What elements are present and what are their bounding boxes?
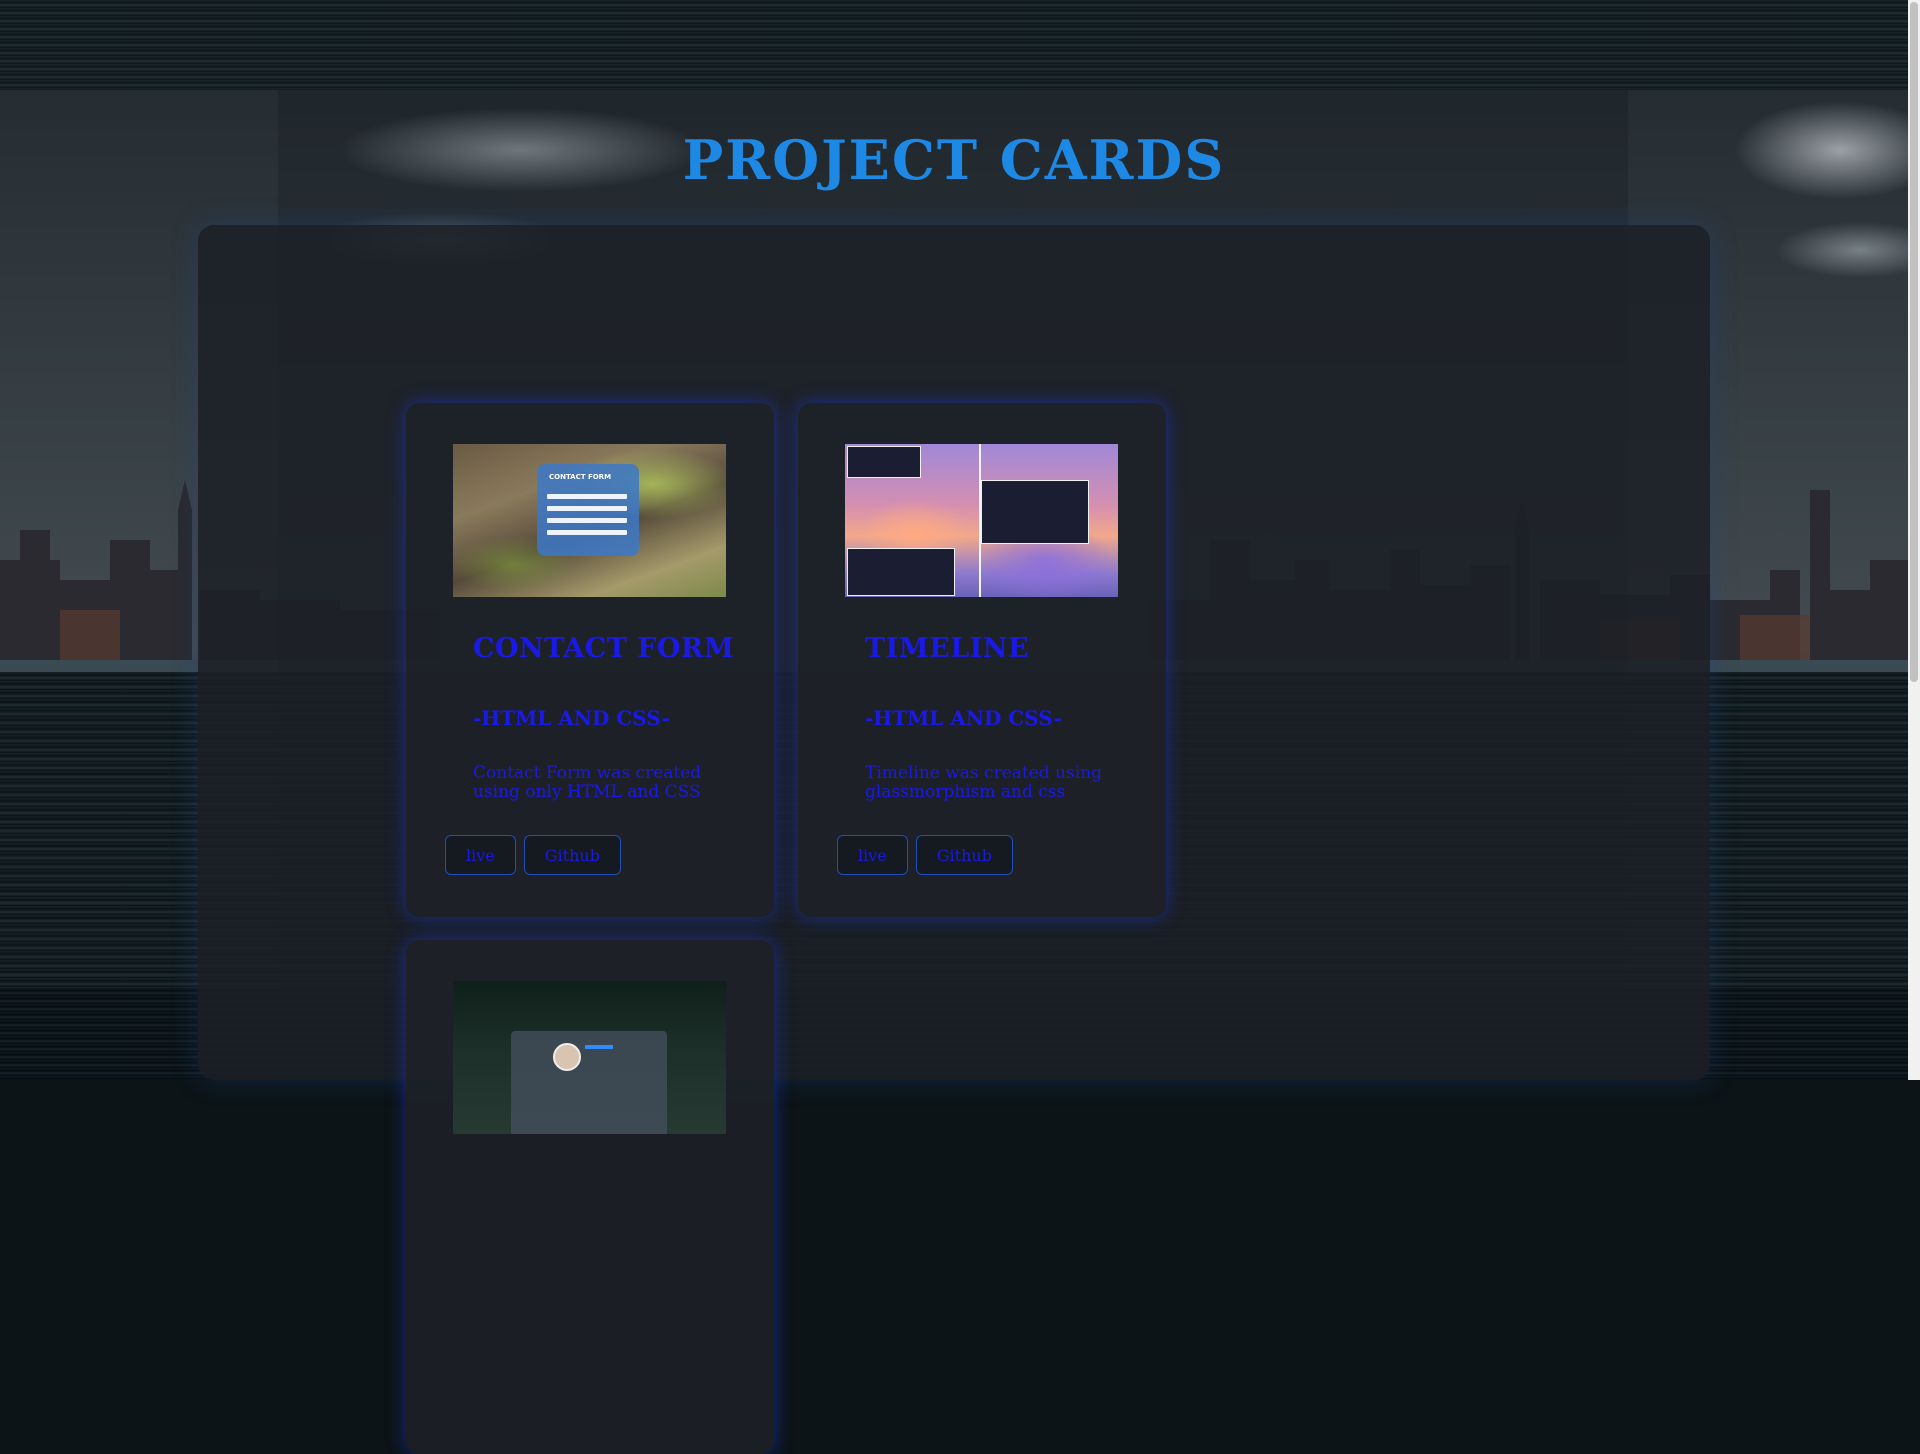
project-card-contact-form: CONTACT FORM CONTACT FORM -HTML AND CSS-… xyxy=(406,403,774,917)
live-button[interactable]: live xyxy=(445,835,516,875)
timeline-thumbnail xyxy=(845,444,1118,597)
portfolio-thumbnail xyxy=(453,981,726,1134)
card-title: TIMELINE xyxy=(865,633,1030,664)
card-actions: live Github xyxy=(445,835,621,875)
cards-panel: CONTACT FORM CONTACT FORM -HTML AND CSS-… xyxy=(198,225,1710,1454)
github-button[interactable]: Github xyxy=(523,835,621,875)
thumbnail-label: CONTACT FORM xyxy=(549,473,612,481)
page-title: PROJECT CARDS xyxy=(682,128,1226,192)
water-texture-top xyxy=(0,0,1908,90)
vertical-scrollbar[interactable] xyxy=(1908,0,1920,1080)
card-description: Contact Form was created using only HTML… xyxy=(473,763,702,802)
contact-form-preview: CONTACT FORM xyxy=(537,464,639,556)
live-button[interactable]: live xyxy=(837,835,908,875)
card-subtitle: -HTML AND CSS- xyxy=(473,706,670,730)
card-actions: live Github xyxy=(837,835,1013,875)
card-subtitle: -HTML AND CSS- xyxy=(865,706,1062,730)
github-button[interactable]: Github xyxy=(915,835,1013,875)
contact-form-thumbnail: CONTACT FORM xyxy=(453,444,726,597)
card-title: CONTACT FORM xyxy=(473,633,735,664)
card-description: Timeline was created using glassmorphism… xyxy=(865,763,1103,802)
avatar xyxy=(553,1043,581,1071)
project-card-timeline: TIMELINE -HTML AND CSS- Timeline was cre… xyxy=(798,403,1166,917)
project-card-portfolio xyxy=(406,940,774,1454)
scrollbar-thumb[interactable] xyxy=(1910,2,1918,682)
